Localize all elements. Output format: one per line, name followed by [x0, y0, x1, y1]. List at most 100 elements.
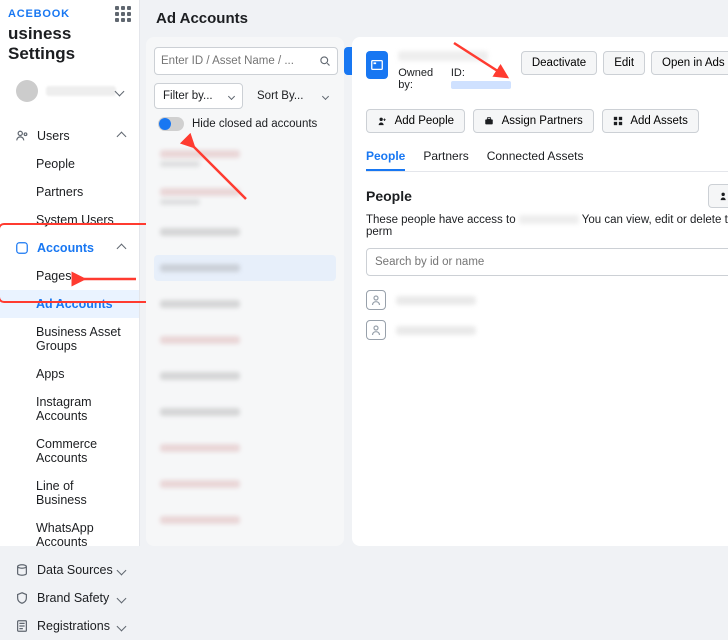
add-people-label: Add People: [395, 115, 454, 127]
asset-list-item[interactable]: [154, 219, 336, 245]
sort-label: Sort By...: [257, 90, 303, 102]
page-title: usiness Settings: [0, 24, 139, 74]
people-description: These people have access to You can view…: [366, 214, 728, 238]
sidebar-section-data-sources[interactable]: Data Sources: [0, 556, 139, 584]
sidebar-section-accounts[interactable]: Accounts: [0, 234, 139, 262]
sidebar-item-system-users[interactable]: System Users: [0, 206, 139, 234]
assets-icon: [613, 116, 623, 126]
sidebar-item-people[interactable]: People: [0, 150, 139, 178]
business-switcher[interactable]: [6, 74, 133, 108]
person-row[interactable]: [366, 320, 728, 340]
sidebar: ACEBOOK usiness Settings Users People Pa…: [0, 0, 140, 546]
chevron-up-icon: [117, 243, 127, 253]
chevron-down-icon: [117, 593, 127, 603]
person-plus-icon: [377, 116, 387, 126]
assign-partners-button[interactable]: Assign Partners: [473, 109, 594, 133]
hide-closed-label: Hide closed ad accounts: [192, 118, 317, 130]
add-people-button[interactable]: Add People: [366, 109, 465, 133]
ad-account-icon: [366, 51, 388, 79]
asset-list-column: Add Filter by... Sort By... Hide closed …: [146, 37, 344, 546]
asset-list-item[interactable]: [154, 435, 336, 461]
chevron-down-icon: [117, 565, 127, 575]
asset-list-item-selected[interactable]: [154, 255, 336, 281]
sidebar-item-instagram-accounts[interactable]: Instagram Accounts: [0, 388, 139, 430]
person-name-redacted: [396, 326, 476, 335]
sidebar-item-line-of-business[interactable]: Line of Business: [0, 472, 139, 514]
detail-tabs: People Partners Connected Assets: [366, 143, 728, 172]
people-list: [366, 290, 728, 340]
tab-partners[interactable]: Partners: [423, 143, 468, 171]
asset-search-input[interactable]: [154, 47, 338, 75]
assign-partners-label: Assign Partners: [502, 115, 583, 127]
chevron-up-icon: [117, 131, 127, 141]
shield-icon: [14, 591, 29, 605]
data-sources-icon: [14, 563, 29, 577]
deactivate-button[interactable]: Deactivate: [521, 51, 597, 75]
sidebar-item-whatsapp-accounts[interactable]: WhatsApp Accounts: [0, 514, 139, 556]
person-plus-icon: [719, 191, 728, 201]
filter-dropdown[interactable]: Filter by...: [154, 83, 243, 109]
filter-label: Filter by...: [163, 90, 213, 102]
asset-list-item[interactable]: [154, 399, 336, 425]
registrations-icon: [14, 619, 29, 633]
apps-grid-icon[interactable]: [115, 6, 131, 22]
asset-list-item[interactable]: [154, 291, 336, 317]
sidebar-section-label: Accounts: [37, 241, 94, 255]
sidebar-section-registrations[interactable]: Registrations: [0, 612, 139, 640]
sidebar-section-brand-safety[interactable]: Brand Safety: [0, 584, 139, 612]
id-label: ID:: [451, 67, 465, 79]
add-person-button[interactable]: A: [708, 184, 728, 208]
people-search-input[interactable]: [366, 248, 728, 276]
sidebar-section-label: Registrations: [37, 619, 110, 633]
sidebar-item-partners[interactable]: Partners: [0, 178, 139, 206]
sidebar-section-label: Users: [37, 129, 70, 143]
people-search-field[interactable]: [375, 256, 728, 268]
open-in-ads-manager-button[interactable]: Open in Ads Ma: [651, 51, 728, 75]
person-row[interactable]: [366, 290, 728, 310]
account-name-redacted-inline: [519, 215, 579, 224]
caret-down-icon: [228, 92, 235, 99]
search-icon: [319, 55, 331, 67]
sidebar-section-label: Data Sources: [37, 563, 113, 577]
main-area: Ad Accounts Add Filter by...: [140, 0, 728, 546]
sidebar-section-label: Brand Safety: [37, 591, 109, 605]
sidebar-item-apps[interactable]: Apps: [0, 360, 139, 388]
sidebar-item-ad-accounts[interactable]: Ad Accounts: [0, 290, 139, 318]
users-icon: [14, 129, 29, 143]
people-heading: People: [366, 188, 412, 204]
account-id-redacted: [451, 81, 511, 89]
asset-search-field[interactable]: [161, 55, 315, 67]
add-assets-button[interactable]: Add Assets: [602, 109, 699, 133]
edit-button[interactable]: Edit: [603, 51, 645, 75]
sidebar-section-users[interactable]: Users: [0, 122, 139, 150]
asset-list-item[interactable]: [154, 327, 336, 353]
asset-list-item[interactable]: [154, 471, 336, 497]
briefcase-icon: [484, 116, 494, 126]
main-title: Ad Accounts: [140, 0, 728, 37]
sort-dropdown[interactable]: Sort By...: [249, 83, 336, 109]
business-name-redacted: [46, 86, 116, 96]
asset-list-item[interactable]: [154, 507, 336, 533]
person-avatar-icon: [366, 290, 386, 310]
sidebar-item-commerce-accounts[interactable]: Commerce Accounts: [0, 430, 139, 472]
hide-closed-toggle[interactable]: [158, 117, 184, 131]
account-name-redacted: [398, 51, 488, 61]
sidebar-item-business-asset-groups[interactable]: Business Asset Groups: [0, 318, 139, 360]
person-avatar-icon: [366, 320, 386, 340]
sidebar-item-pages[interactable]: Pages: [0, 262, 139, 290]
tab-connected-assets[interactable]: Connected Assets: [487, 143, 584, 171]
asset-detail-column: Owned by: ID: Deactivate Edit Open in Ad…: [352, 37, 728, 546]
chevron-down-icon: [117, 621, 127, 631]
facebook-logo: ACEBOOK: [8, 8, 70, 20]
caret-down-icon: [322, 92, 329, 99]
accounts-icon: [14, 241, 29, 255]
asset-list-item[interactable]: [154, 363, 336, 389]
asset-list-item[interactable]: [154, 143, 336, 173]
owned-by-label: Owned by:: [398, 67, 433, 91]
asset-list-item[interactable]: [154, 183, 336, 209]
asset-list: [154, 143, 336, 533]
business-avatar: [16, 80, 38, 102]
add-assets-label: Add Assets: [630, 115, 688, 127]
tab-people[interactable]: People: [366, 143, 405, 171]
person-name-redacted: [396, 296, 476, 305]
